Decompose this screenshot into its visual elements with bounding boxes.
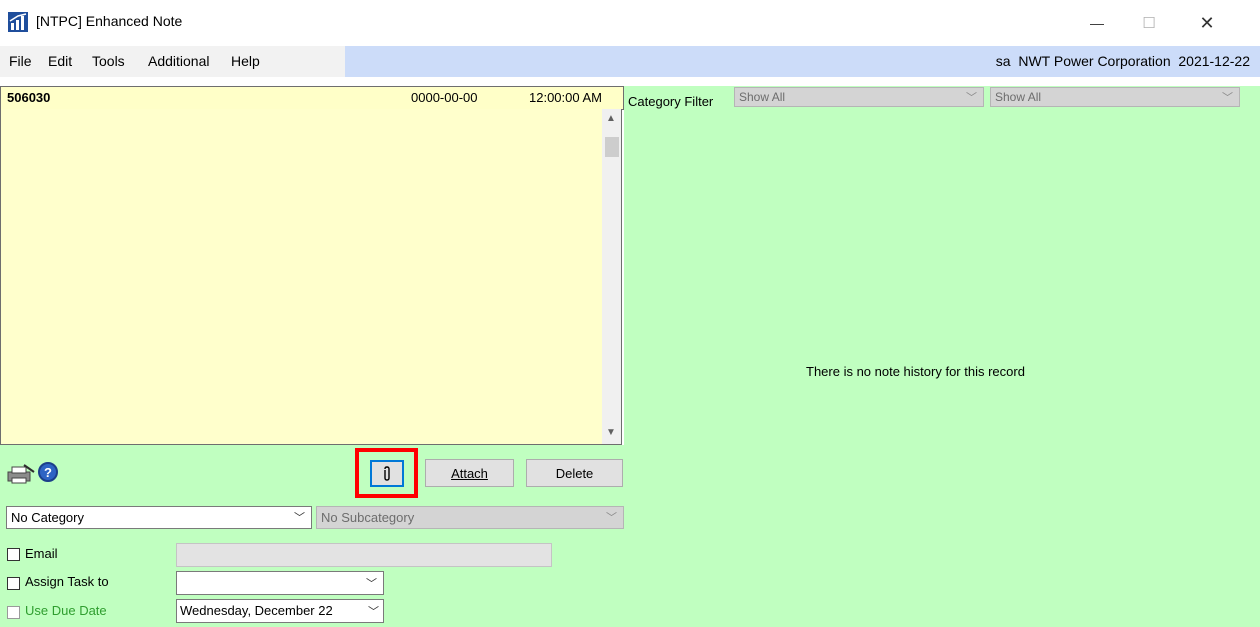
- menu-edit[interactable]: Edit: [48, 53, 72, 69]
- close-button[interactable]: ✕: [1184, 0, 1230, 46]
- due-date-value: Wednesday, December 22: [180, 603, 333, 618]
- note-text-area[interactable]: [0, 109, 602, 445]
- app-icon: [8, 12, 28, 32]
- chevron-down-icon: ﹀: [606, 512, 617, 524]
- help-glyph: ?: [44, 464, 52, 480]
- help-icon[interactable]: ?: [38, 462, 58, 482]
- note-date: 0000-00-00: [411, 90, 478, 105]
- chevron-down-icon: ﹀: [366, 578, 377, 590]
- paperclip-icon: [384, 465, 390, 481]
- category-value: No Category: [11, 510, 84, 525]
- scroll-thumb[interactable]: [605, 137, 619, 157]
- menu-tools[interactable]: Tools: [92, 53, 125, 69]
- email-checkbox[interactable]: [7, 548, 20, 561]
- minimize-button[interactable]: —: [1074, 0, 1120, 46]
- menu-items-area: File Edit Tools Additional Help: [0, 46, 345, 77]
- assign-task-label: Assign Task to: [25, 574, 109, 589]
- note-header: 506030 0000-00-00 12:00:00 AM: [0, 86, 624, 110]
- menu-help[interactable]: Help: [231, 53, 260, 69]
- user-company-date: sa NWT Power Corporation 2021-12-22: [995, 53, 1250, 69]
- due-date-picker[interactable]: Wednesday, December 22 ﹀: [176, 599, 384, 623]
- attach-label: Attach: [451, 465, 488, 481]
- paperclip-button[interactable]: [370, 460, 404, 487]
- close-icon: ✕: [1199, 12, 1215, 33]
- delete-button[interactable]: Delete: [526, 459, 623, 487]
- category-filter-label: Category Filter: [628, 94, 714, 109]
- chevron-down-icon: ﹀: [966, 92, 977, 104]
- subcategory-filter-value: Show All: [995, 90, 1042, 104]
- menu-file[interactable]: File: [9, 53, 32, 69]
- empty-history-message: There is no note history for this record: [806, 364, 1025, 379]
- subcategory-placeholder: No Subcategory: [321, 510, 415, 525]
- use-due-date-label: Use Due Date: [25, 603, 107, 618]
- menu-bar: File Edit Tools Additional Help sa NWT P…: [0, 46, 1260, 77]
- menu-additional[interactable]: Additional: [148, 53, 210, 69]
- scroll-down-icon[interactable]: ▼: [606, 427, 616, 438]
- maximize-button[interactable]: ☐: [1126, 0, 1172, 46]
- window-title: [NTPC] Enhanced Note: [36, 13, 183, 29]
- subcategory-filter-select[interactable]: Show All ﹀: [990, 87, 1240, 107]
- note-time: 12:00:00 AM: [529, 90, 602, 105]
- category-filter-select[interactable]: Show All ﹀: [734, 87, 984, 107]
- category-filter-value: Show All: [739, 90, 786, 104]
- maximize-icon: ☐: [1142, 15, 1156, 32]
- assign-task-select[interactable]: ﹀: [176, 571, 384, 595]
- scroll-up-icon[interactable]: ▲: [606, 113, 616, 124]
- use-due-date-checkbox[interactable]: [7, 606, 20, 619]
- history-panel: [624, 86, 1260, 627]
- email-label: Email: [25, 546, 58, 561]
- category-select[interactable]: No Category ﹀: [6, 506, 312, 529]
- assign-task-checkbox[interactable]: [7, 577, 20, 590]
- printer-icon[interactable]: [6, 463, 36, 485]
- subcategory-select[interactable]: No Subcategory ﹀: [316, 506, 624, 529]
- delete-label: Delete: [555, 465, 594, 481]
- title-bar: [NTPC] Enhanced Note — ☐ ✕: [0, 0, 1260, 46]
- chevron-down-icon: ﹀: [294, 512, 305, 524]
- chevron-down-icon: ﹀: [1222, 92, 1233, 104]
- minimize-icon: —: [1090, 15, 1104, 31]
- attach-button[interactable]: Attach: [425, 459, 514, 487]
- chevron-down-icon: ﹀: [368, 606, 379, 618]
- note-scrollbar[interactable]: ▲ ▼: [602, 109, 622, 445]
- record-id: 506030: [7, 90, 51, 105]
- email-field[interactable]: [176, 543, 552, 567]
